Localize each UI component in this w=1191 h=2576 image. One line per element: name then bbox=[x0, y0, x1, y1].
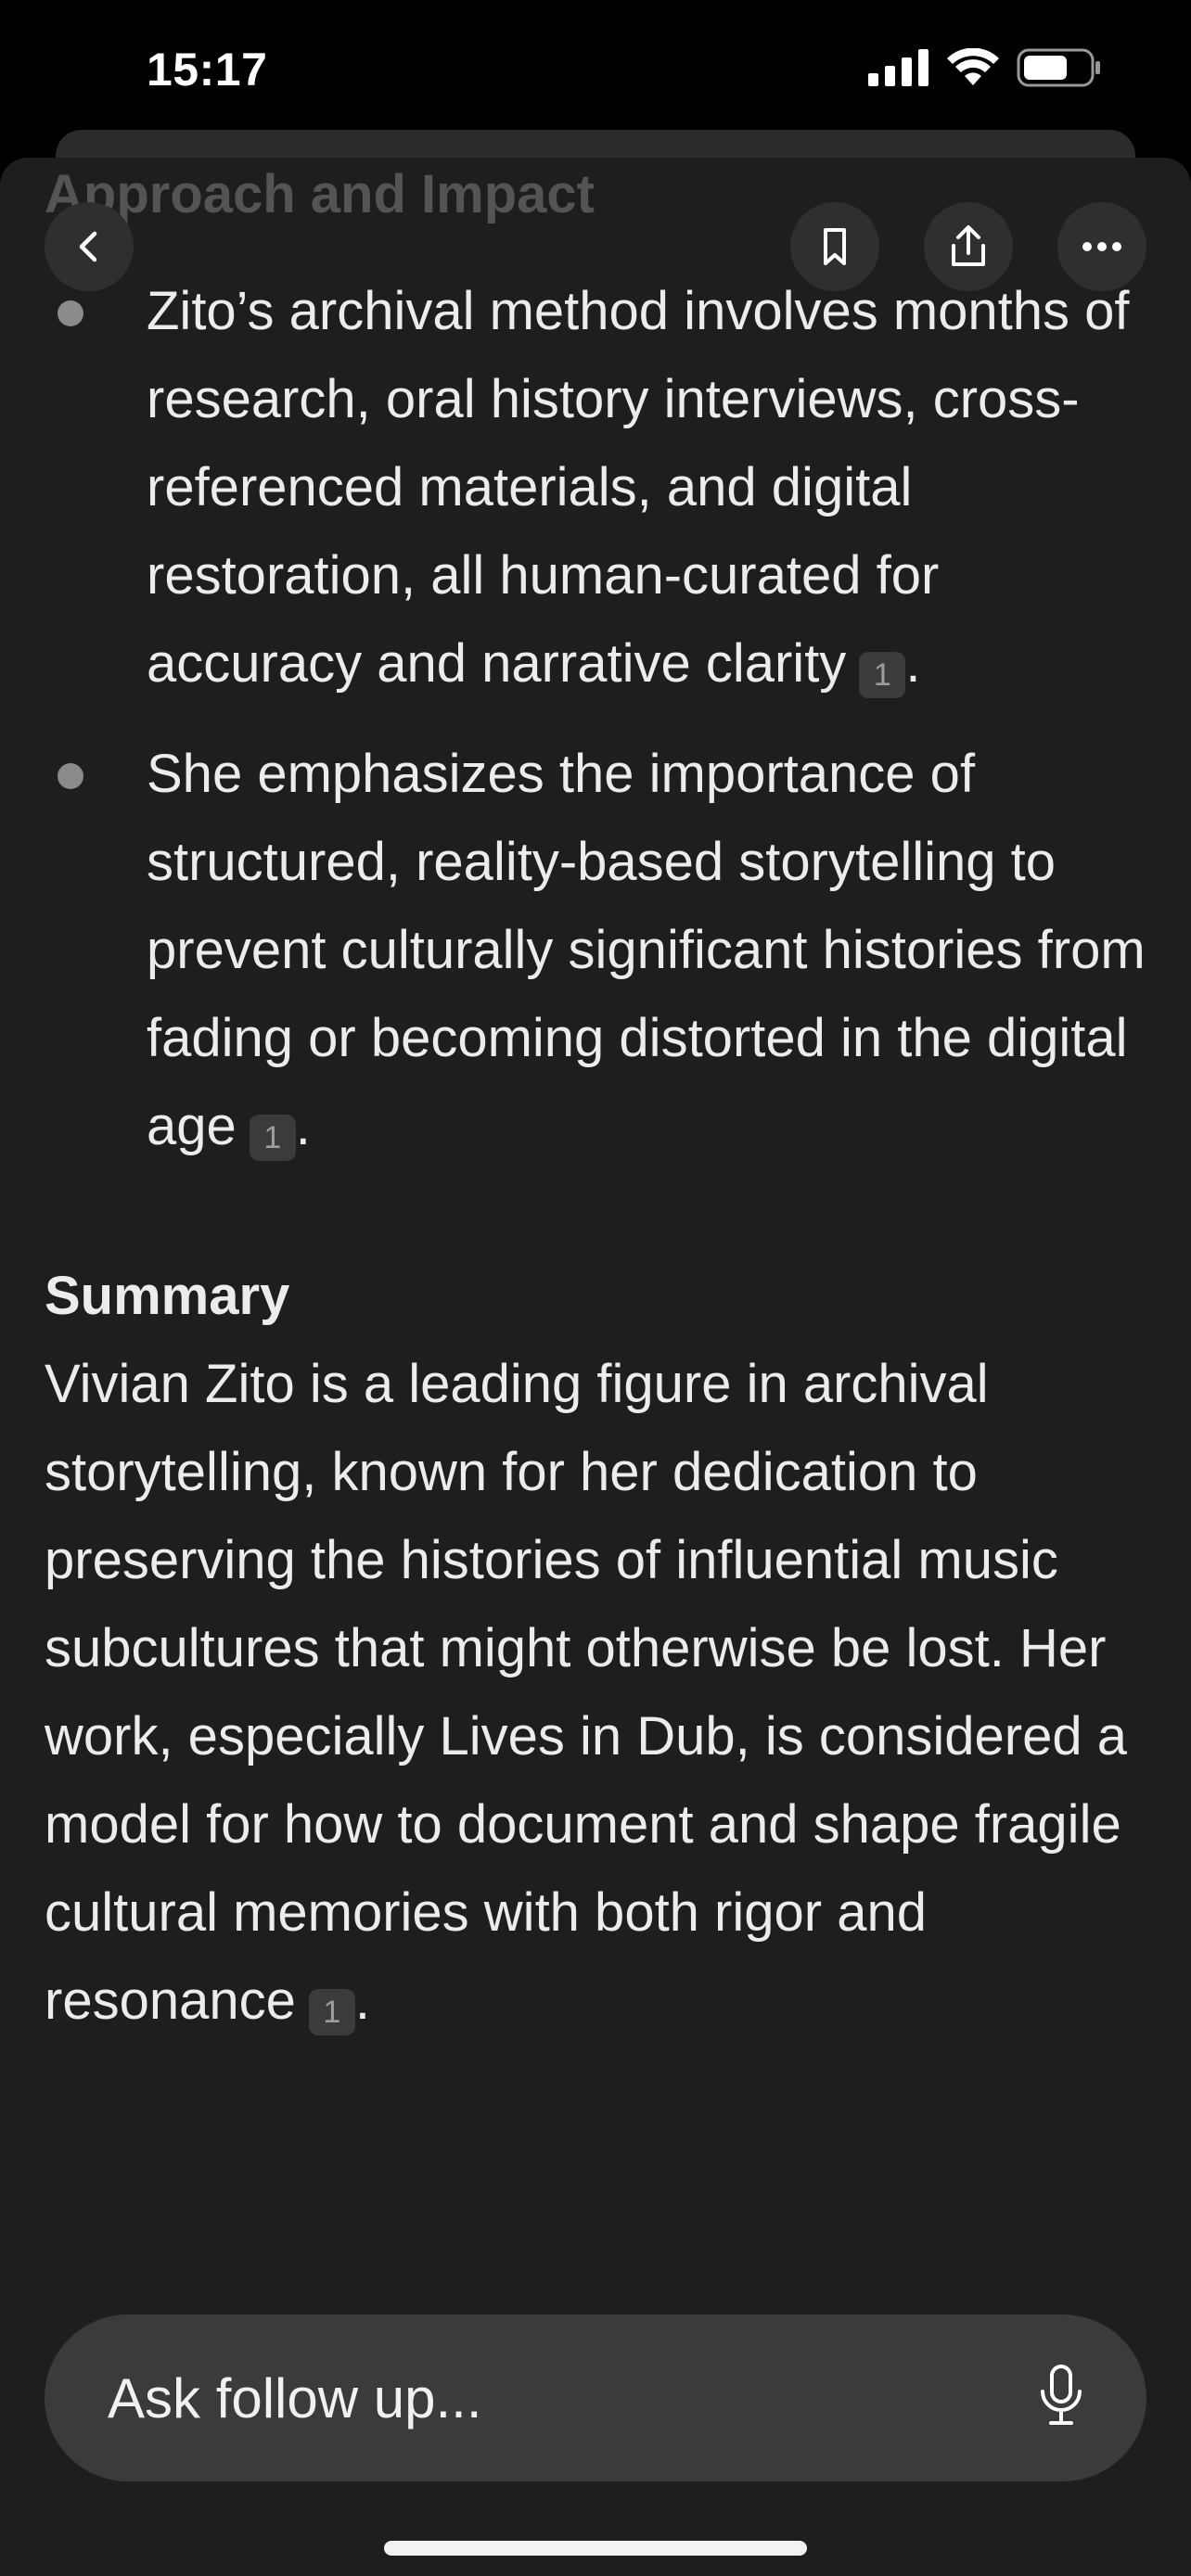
home-indicator[interactable] bbox=[384, 2541, 807, 2556]
citation-badge[interactable]: 1 bbox=[308, 1989, 355, 2035]
sentence-end: . bbox=[905, 633, 921, 694]
list-item: She emphasizes the importance of structu… bbox=[45, 730, 1148, 1170]
summary-paragraph: Vivian Zito is a leading figure in archi… bbox=[45, 1340, 1148, 2045]
answer-sheet: Approach and Impact Zito’s archival meth… bbox=[0, 158, 1191, 2576]
sentence-end: . bbox=[295, 1096, 311, 1156]
answer-content: Zito’s archival method involves months o… bbox=[45, 267, 1148, 2045]
bullet-text: She emphasizes the importance of structu… bbox=[147, 744, 1146, 1156]
ellipsis-icon bbox=[1082, 241, 1122, 252]
follow-up-placeholder: Ask follow up... bbox=[108, 2367, 482, 2429]
status-time: 15:17 bbox=[147, 44, 268, 96]
microphone-button[interactable] bbox=[1024, 2361, 1098, 2435]
bookmark-icon bbox=[816, 226, 853, 267]
ask-follow-up-input[interactable]: Ask follow up... bbox=[45, 2315, 1146, 2481]
wifi-icon bbox=[946, 47, 1000, 92]
share-icon bbox=[946, 223, 991, 270]
citation-badge[interactable]: 1 bbox=[859, 652, 906, 698]
cellular-signal-icon bbox=[868, 49, 929, 91]
sentence-end: . bbox=[354, 1970, 370, 2031]
status-bar: 15:17 bbox=[0, 0, 1191, 148]
list-item: Zito’s archival method involves months o… bbox=[45, 267, 1148, 708]
citation-badge[interactable]: 1 bbox=[249, 1115, 296, 1161]
section-title: Approach and Impact bbox=[45, 164, 595, 224]
microphone-icon bbox=[1038, 2364, 1084, 2433]
bullet-text: Zito’s archival method involves months o… bbox=[147, 281, 1130, 694]
status-icons bbox=[868, 47, 1102, 92]
bullet-list: Zito’s archival method involves months o… bbox=[45, 267, 1148, 1170]
summary-heading: Summary bbox=[45, 1266, 290, 1326]
bullet-point bbox=[58, 763, 83, 789]
summary-text: Vivian Zito is a leading figure in archi… bbox=[45, 1354, 1127, 2031]
battery-icon bbox=[1017, 48, 1102, 92]
chevron-left-icon bbox=[70, 228, 108, 265]
bullet-point bbox=[58, 300, 83, 326]
